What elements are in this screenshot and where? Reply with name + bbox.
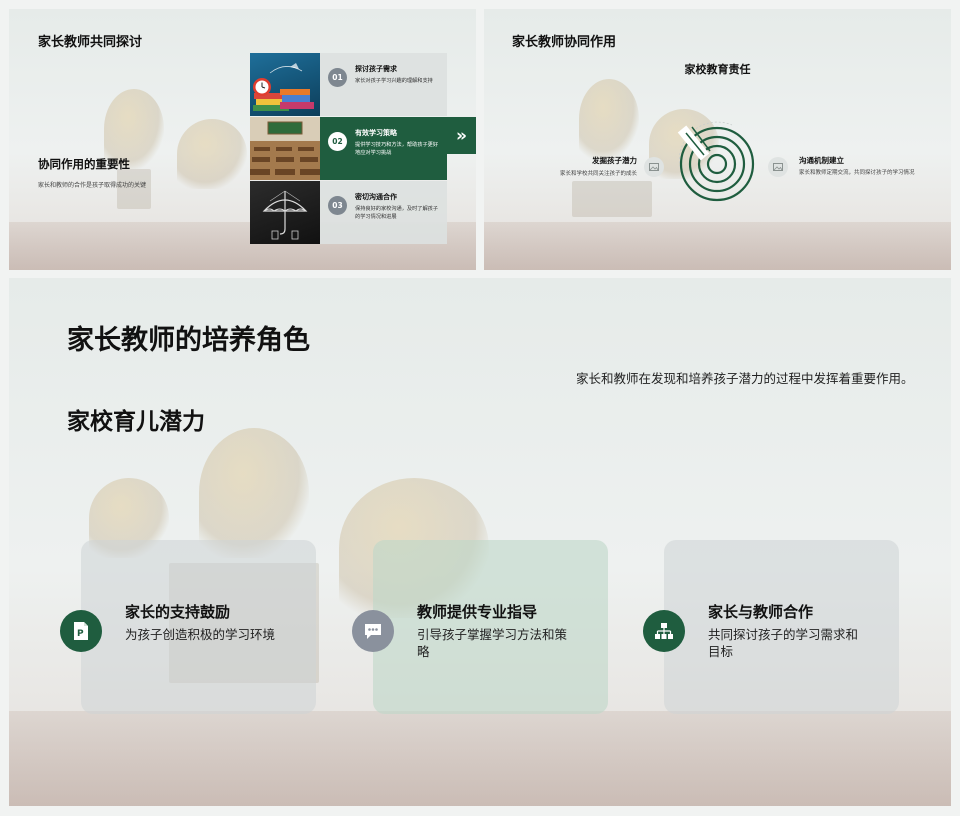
step-text: 保持良好的家校沟通，及时了解孩子的学习情况和进展 xyxy=(355,206,439,220)
step-heading: 密切沟通合作 xyxy=(355,193,397,201)
step-number: 02 xyxy=(328,132,347,151)
slide-subtitle: 家校育儿潜力 xyxy=(67,409,205,435)
background-trophy xyxy=(177,119,247,189)
step-panel: 02 有效学习策略 提供学习技巧和方法，帮助孩子更好地应对学习挑战 xyxy=(320,117,447,180)
step-item: 01 探讨孩子需求 家长对孩子学习兴趣的理解和支持 xyxy=(250,53,447,116)
step-number: 03 xyxy=(328,196,347,215)
card-text: 共同探讨孩子的学习需求和目标 xyxy=(708,627,859,659)
slide-title: 家长教师的培养角色 xyxy=(67,325,310,356)
svg-text:P: P xyxy=(77,629,84,639)
step-panel: 03 密切沟通合作 保持良好的家校沟通，及时了解孩子的学习情况和进展 xyxy=(320,181,447,244)
section-description: 家长和教师的合作是孩子取得成功的关键 xyxy=(38,182,147,189)
slide-2: 家长教师协同作用 家校教育责任 发掘孩子潜力 家长和学校共同关注孩子的成长 沟通… xyxy=(484,9,951,270)
background-shelf xyxy=(484,222,951,270)
target-rings-icon xyxy=(677,121,755,202)
slide-3: 家长教师的培养角色 家校育儿潜力 家长和教师在发现和培养孩子潜力的过程中发挥着重… xyxy=(9,278,951,806)
org-chart-icon xyxy=(643,610,685,652)
step-item: 03 密切沟通合作 保持良好的家校沟通，及时了解孩子的学习情况和进展 xyxy=(250,181,447,244)
step-text: 提供学习技巧和方法，帮助孩子更好地应对学习挑战 xyxy=(355,142,439,156)
chat-bubble-icon xyxy=(352,610,394,652)
step-heading: 探讨孩子需求 xyxy=(355,65,397,73)
image-icon xyxy=(644,157,664,177)
card-heading: 家长的支持鼓励 xyxy=(125,603,231,621)
section-heading: 家校教育责任 xyxy=(684,63,751,76)
background-trophy-base xyxy=(117,169,151,209)
books-clock-image xyxy=(250,53,320,116)
card-heading: 家长与教师合作 xyxy=(708,603,814,621)
step-number: 01 xyxy=(328,68,347,87)
background-shelf xyxy=(9,711,951,806)
left-text: 家长和学校共同关注孩子的成长 xyxy=(559,171,637,177)
step-heading: 有效学习策略 xyxy=(355,129,397,137)
background-trophy xyxy=(579,79,639,159)
image-icon xyxy=(768,157,788,177)
background-trophy xyxy=(199,428,309,558)
card-heading: 教师提供专业指导 xyxy=(417,603,538,621)
step-item: 02 有效学习策略 提供学习技巧和方法，帮助孩子更好地应对学习挑战 xyxy=(250,117,447,180)
section-heading: 协同作用的重要性 xyxy=(38,157,130,171)
slide-title: 家长教师共同探讨 xyxy=(38,35,143,50)
document-p-icon: P xyxy=(60,610,102,652)
background-trophy-base xyxy=(572,181,652,217)
right-heading: 沟通机制建立 xyxy=(799,156,844,165)
right-text: 家长和教师定期交流，共同探讨孩子的学习情况 xyxy=(799,170,915,176)
step-text: 家长对孩子学习兴趣的理解和支持 xyxy=(355,78,433,84)
umbrella-chalk-image xyxy=(250,181,320,244)
classroom-image xyxy=(250,117,320,180)
intro-text: 家长和教师在发现和培养孩子潜力的过程中发挥着重要作用。 xyxy=(576,371,914,386)
slide-1: 家长教师共同探讨 协同作用的重要性 家长和教师的合作是孩子取得成功的关键 01 xyxy=(9,9,476,270)
step-panel: 01 探讨孩子需求 家长对孩子学习兴趣的理解和支持 xyxy=(320,53,447,116)
double-chevron-right-icon: » xyxy=(447,117,476,154)
left-heading: 发掘孩子潜力 xyxy=(592,156,637,165)
card-text: 引导孩子掌握学习方法和策略 xyxy=(417,627,568,659)
card-text: 为孩子创造积极的学习环境 xyxy=(125,627,276,642)
slide-title: 家长教师协同作用 xyxy=(512,35,617,50)
